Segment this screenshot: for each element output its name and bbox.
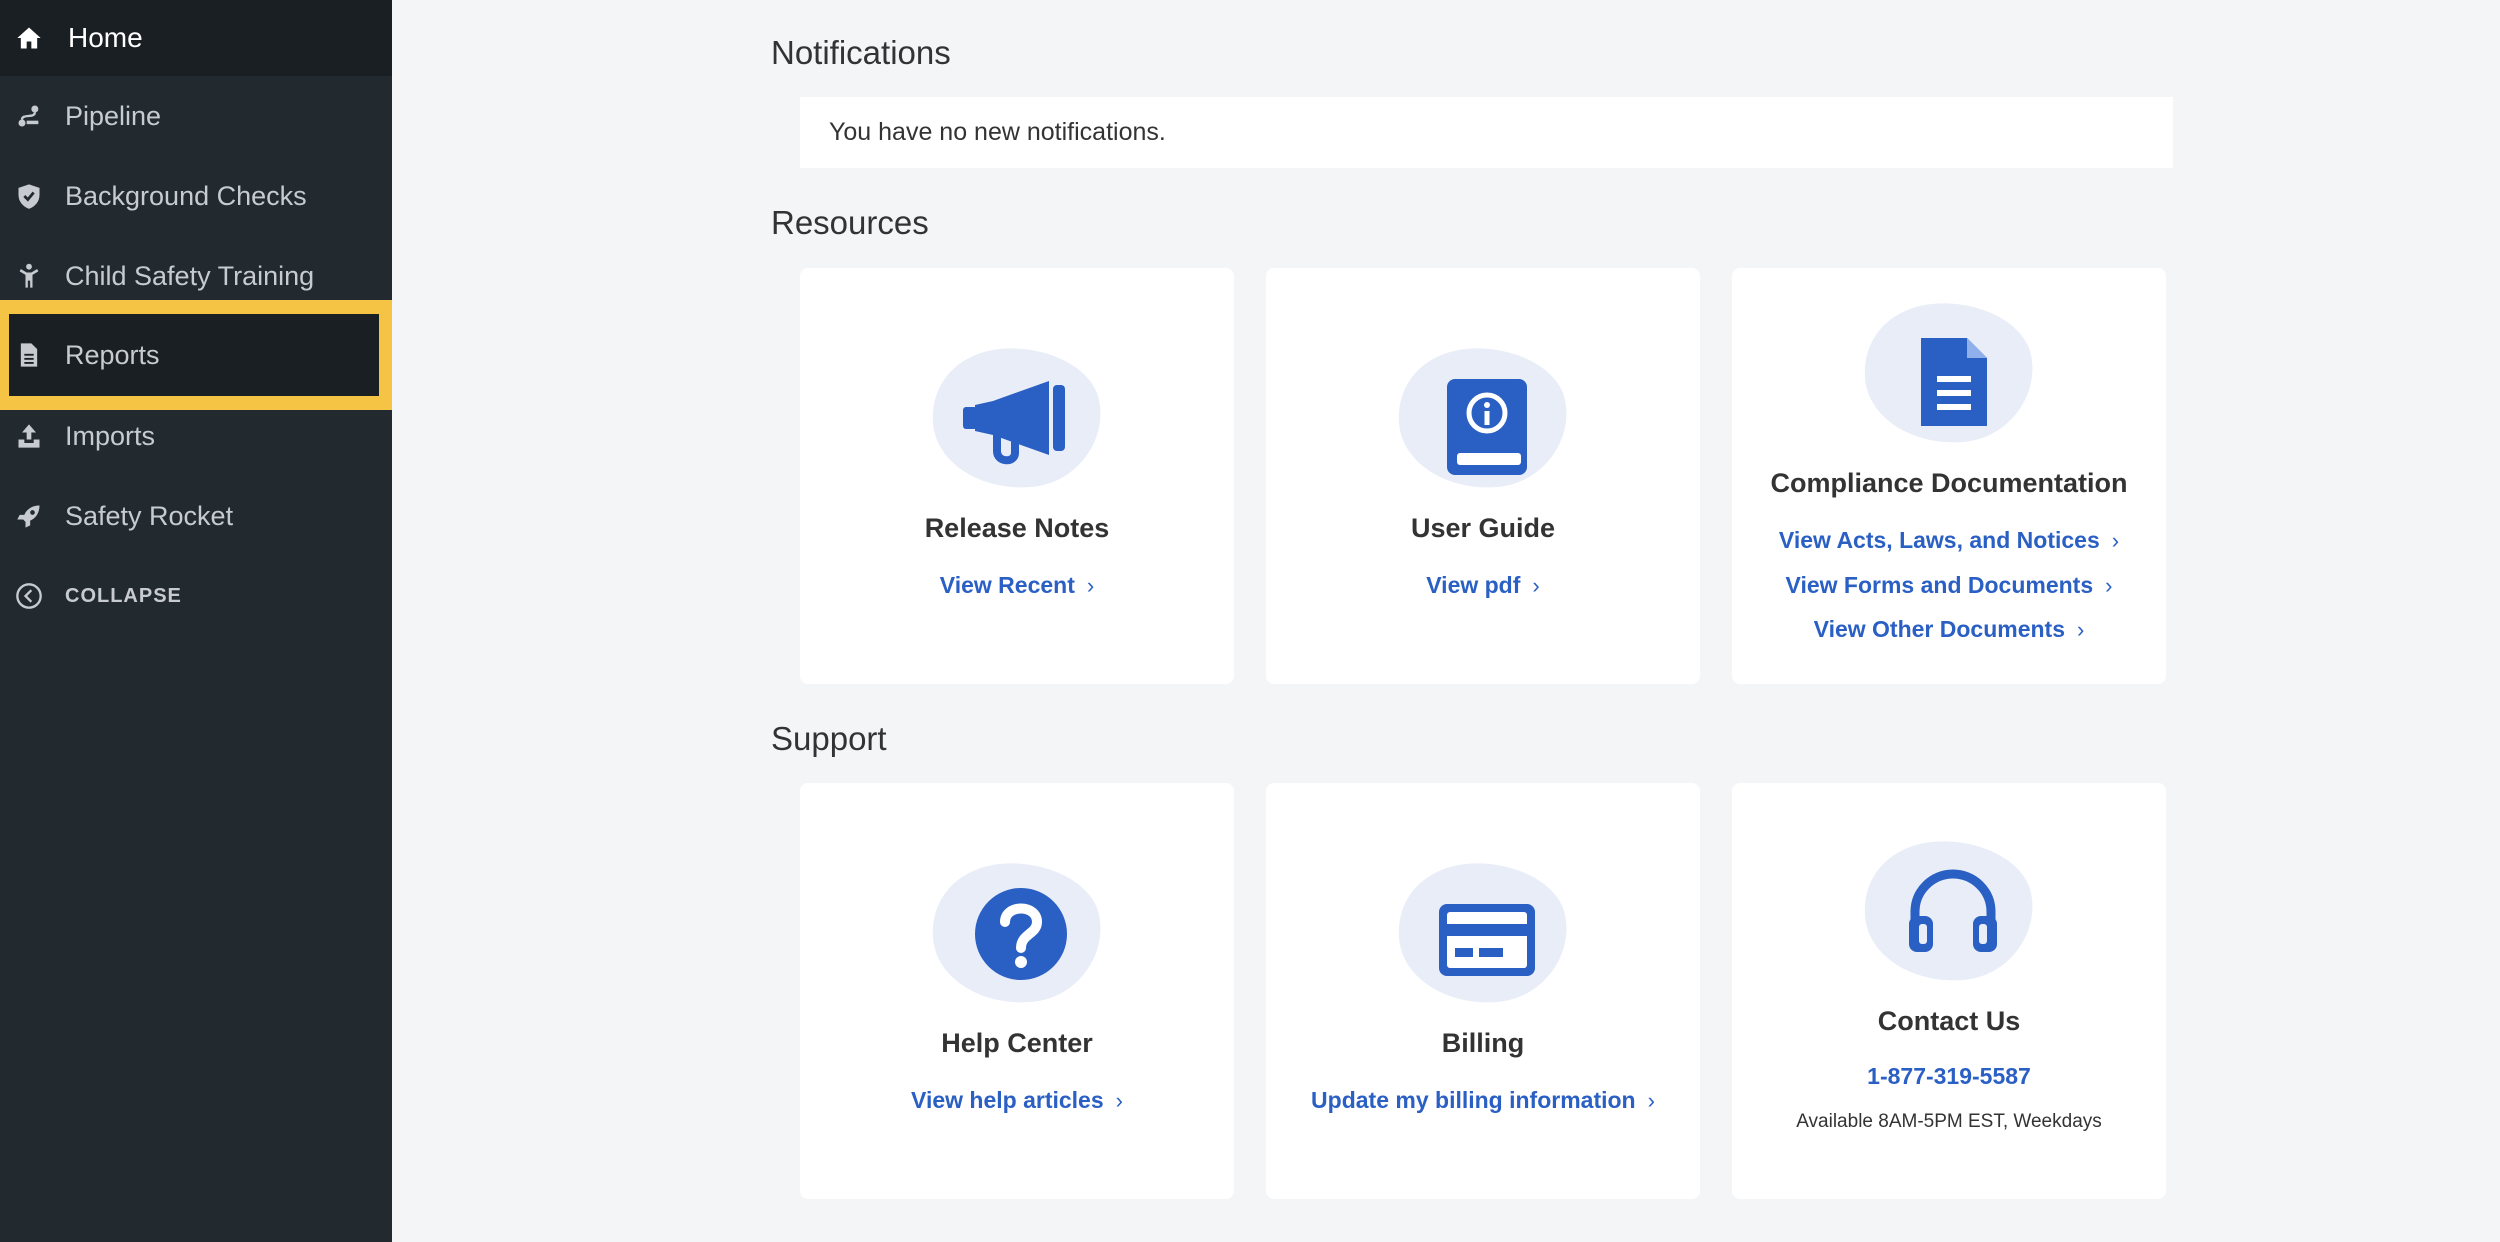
sidebar-item-label: Safety Rocket	[65, 500, 234, 531]
megaphone-icon	[931, 343, 1103, 489]
rocket-icon	[14, 501, 44, 531]
sidebar-item-background-checks[interactable]: Background Checks	[0, 156, 392, 236]
sidebar-item-label: Imports	[65, 420, 156, 451]
question-icon	[931, 858, 1103, 1004]
child-icon	[14, 261, 44, 291]
availability-note: Available 8AM-5PM EST, Weekdays	[1796, 1111, 2102, 1132]
view-acts-laws-notices-link[interactable]: View Acts, Laws, and Notices ›	[1732, 527, 2166, 554]
upload-icon	[14, 421, 44, 451]
view-other-documents-link[interactable]: View Other Documents ›	[1732, 616, 2166, 643]
card-title: Help Center	[941, 1028, 1093, 1058]
sidebar-item-reports[interactable]: Reports	[0, 300, 392, 410]
view-help-articles-link[interactable]: View help articles ›	[800, 1087, 1234, 1114]
help-center-card: Help Center View help articles ›	[800, 783, 1234, 1199]
sidebar-item-label: Background Checks	[65, 180, 307, 211]
resources-title: Resources	[771, 204, 929, 241]
card-title: Compliance Documentation	[1770, 468, 2128, 498]
sidebar-item-imports[interactable]: Imports	[0, 396, 392, 476]
card-title: Contact Us	[1877, 1006, 2021, 1036]
user-guide-card: User Guide View pdf ›	[1266, 268, 1700, 684]
document-icon	[14, 340, 44, 370]
compliance-documentation-card: Compliance Documentation View Acts, Laws…	[1732, 268, 2166, 684]
pipeline-icon	[14, 101, 44, 131]
view-forms-documents-link[interactable]: View Forms and Documents ›	[1732, 572, 2166, 599]
sidebar: Home Pipeline Background Checks Child Sa…	[0, 0, 392, 1242]
chevron-right-icon: ›	[2111, 528, 2120, 553]
notifications-title: Notifications	[771, 34, 951, 71]
notifications-message: You have no new notifications.	[829, 118, 1166, 146]
billing-card: Billing Update my billing information ›	[1266, 783, 1700, 1199]
collapse-label: COLLAPSE	[65, 584, 182, 607]
shield-icon	[14, 181, 44, 211]
notifications-panel: You have no new notifications.	[800, 97, 2173, 168]
sidebar-item-pipeline[interactable]: Pipeline	[0, 76, 392, 156]
collapse-button[interactable]: COLLAPSE	[0, 556, 392, 636]
info-book-icon	[1397, 343, 1569, 489]
view-recent-link[interactable]: View Recent ›	[800, 572, 1234, 599]
credit-card-icon	[1397, 858, 1569, 1004]
headset-icon	[1863, 836, 2035, 982]
update-billing-link[interactable]: Update my billing information ›	[1266, 1087, 1700, 1114]
chevron-right-icon: ›	[2105, 573, 2113, 598]
chevron-right-icon: ›	[1086, 573, 1095, 598]
file-icon	[1863, 298, 2035, 444]
view-pdf-link[interactable]: View pdf ›	[1266, 572, 1700, 599]
sidebar-item-label: Pipeline	[65, 100, 162, 131]
sidebar-item-label: Reports	[65, 339, 160, 370]
chevron-right-icon: ›	[1647, 1088, 1655, 1113]
contact-us-card: Contact Us 1-877-319-5587 Available 8AM-…	[1732, 783, 2166, 1199]
phone-number-link[interactable]: 1-877-319-5587	[1732, 1063, 2166, 1090]
sidebar-item-safety-rocket[interactable]: Safety Rocket	[0, 476, 392, 556]
chevron-right-icon: ›	[1115, 1088, 1123, 1113]
release-notes-card: Release Notes View Recent ›	[800, 268, 1234, 684]
sidebar-item-label: Child Safety Training	[65, 260, 315, 291]
chevron-left-circle-icon	[14, 581, 44, 611]
card-title: Release Notes	[924, 513, 1110, 543]
chevron-right-icon: ›	[2077, 617, 2085, 642]
support-title: Support	[771, 720, 887, 757]
sidebar-item-home[interactable]: Home	[0, 0, 392, 76]
chevron-right-icon: ›	[1532, 573, 1540, 598]
card-title: User Guide	[1410, 513, 1556, 543]
card-title: Billing	[1441, 1028, 1525, 1058]
home-icon	[14, 23, 44, 53]
sidebar-item-label: Home	[68, 22, 143, 53]
